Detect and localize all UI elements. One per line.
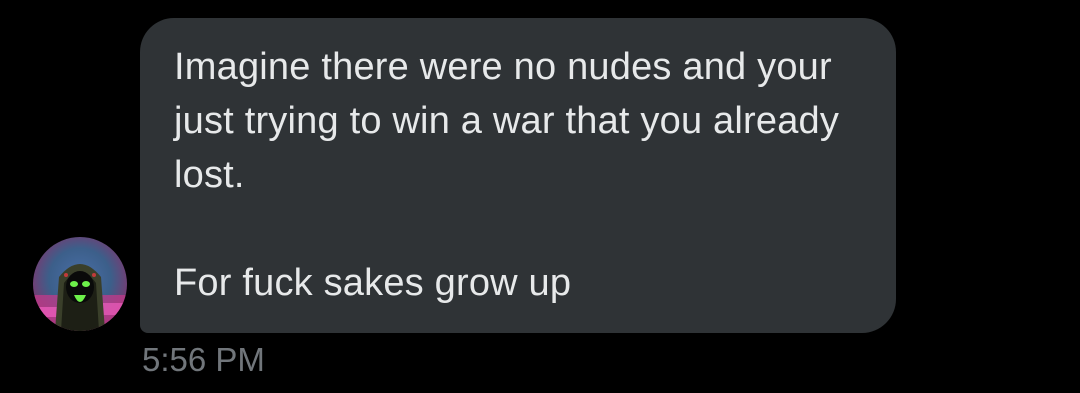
message-bubble[interactable]: Imagine there were no nudes and your jus… xyxy=(140,18,896,333)
message-text-paragraph-1: Imagine there were no nudes and your jus… xyxy=(174,46,840,196)
message-timestamp: 5:56 PM xyxy=(142,341,265,378)
message-text-paragraph-2: For fuck sakes grow up xyxy=(174,262,572,304)
sender-avatar[interactable] xyxy=(33,237,127,331)
user-avatar-icon xyxy=(33,237,127,331)
received-message-row: Imagine there were no nudes and your jus… xyxy=(0,0,1080,393)
